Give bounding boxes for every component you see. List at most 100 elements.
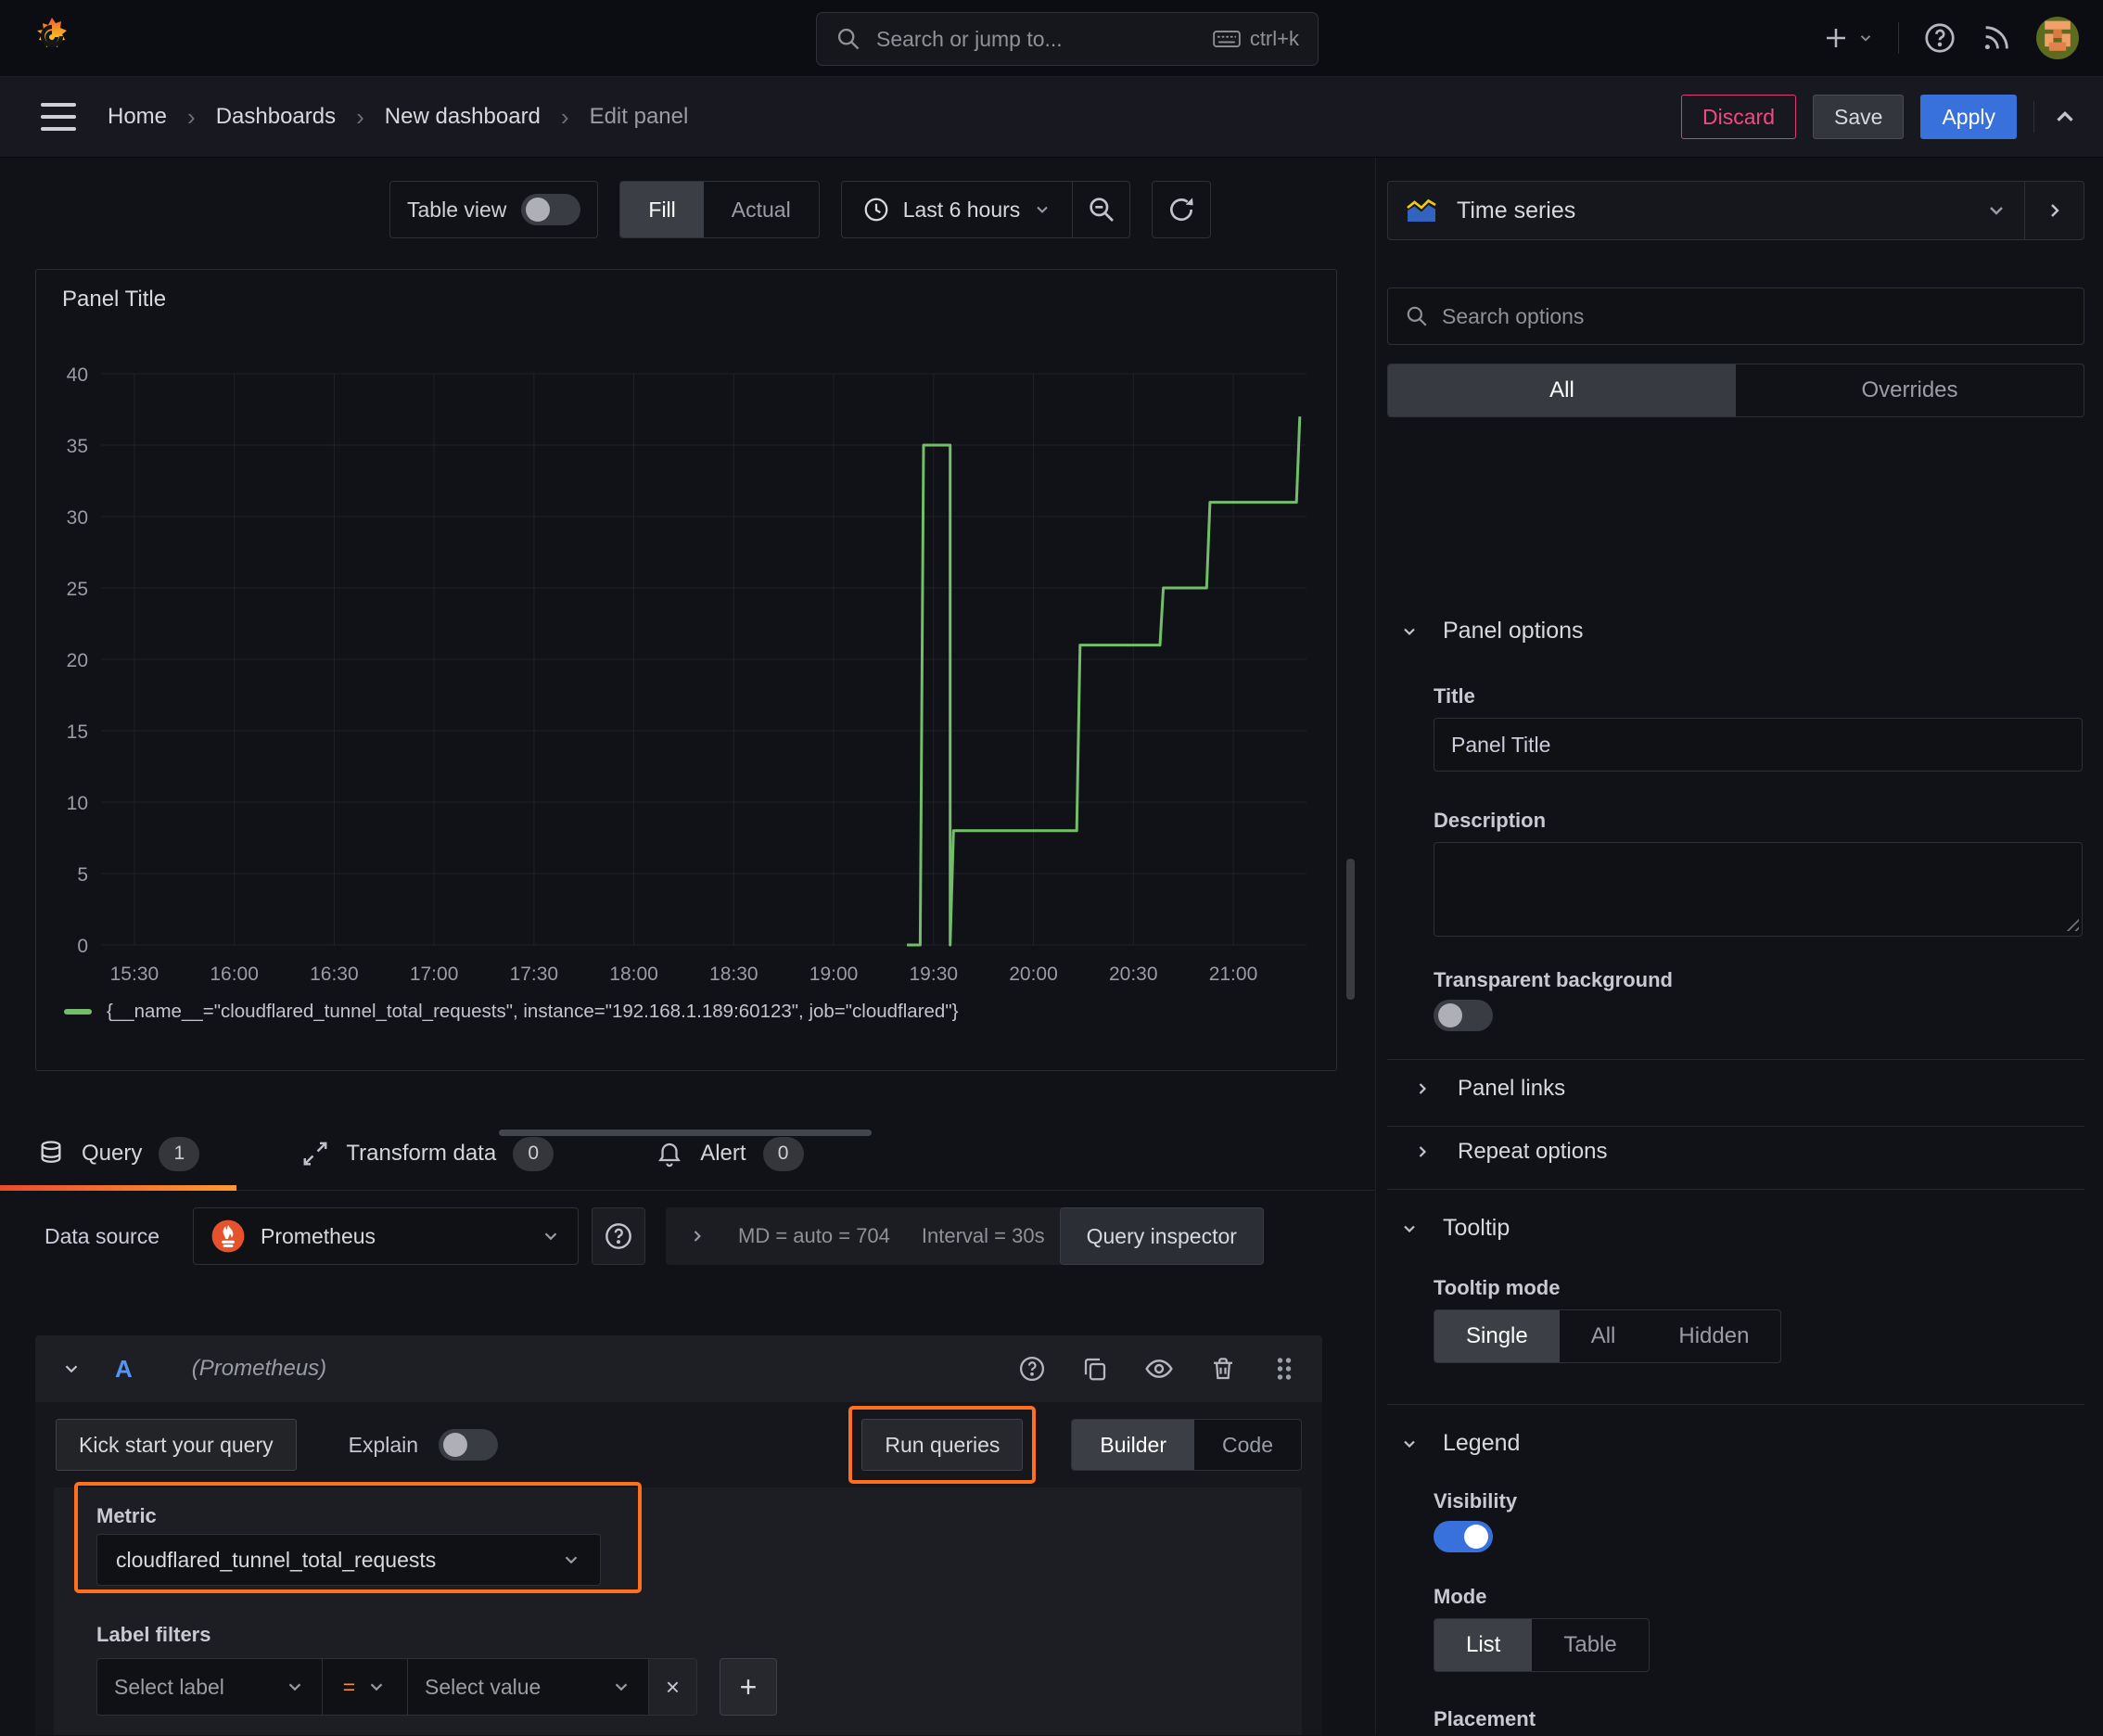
chart-legend[interactable]: {__name__="cloudflared_tunnel_total_requ… [64, 1001, 958, 1023]
tab-transform[interactable]: Transform data 0 [264, 1117, 591, 1190]
chevron-down-icon [1400, 1219, 1419, 1238]
breadcrumb-home[interactable]: Home [108, 104, 167, 130]
user-avatar[interactable] [2036, 17, 2079, 59]
transparent-bg-toggle[interactable] [1434, 1000, 1493, 1031]
duplicate-query-icon[interactable] [1081, 1355, 1109, 1383]
bell-icon [656, 1140, 683, 1168]
interval-stat: Interval = 30s [921, 1224, 1045, 1247]
explain-toggle[interactable] [439, 1429, 499, 1461]
tooltip-mode-switch: Single All Hidden [1434, 1309, 1782, 1363]
panel-title-input[interactable] [1434, 718, 2083, 772]
remove-filter-button[interactable]: × [649, 1658, 697, 1716]
series-name[interactable]: {__name__="cloudflared_tunnel_total_requ… [107, 1001, 958, 1023]
collapse-query-icon[interactable] [61, 1359, 82, 1379]
svg-text:15:30: 15:30 [110, 964, 159, 985]
add-menu-button[interactable] [1822, 24, 1874, 52]
svg-text:40: 40 [67, 364, 88, 386]
database-icon [37, 1140, 65, 1168]
fill-actual-switch: Fill Actual [619, 181, 820, 238]
builder-option[interactable]: Builder [1072, 1420, 1195, 1470]
tab-query[interactable]: Query 1 [0, 1117, 237, 1191]
legend-section[interactable]: Legend [1400, 1430, 1520, 1457]
code-option[interactable]: Code [1194, 1420, 1301, 1470]
tooltip-all-option[interactable]: All [1560, 1310, 1648, 1362]
tooltip-mode-label: Tooltip mode [1434, 1276, 1561, 1299]
save-button[interactable]: Save [1813, 95, 1905, 139]
panel-options-heading: Panel options [1443, 618, 1584, 644]
tooltip-single-option[interactable]: Single [1434, 1310, 1560, 1362]
svg-text:18:00: 18:00 [609, 964, 658, 985]
query-builder: Metric cloudflared_tunnel_total_requests… [54, 1482, 1302, 1735]
fill-option[interactable]: Fill [620, 182, 704, 237]
legend-list-option[interactable]: List [1434, 1619, 1533, 1671]
zoom-out-button[interactable] [1072, 182, 1129, 237]
tab-all-options[interactable]: All [1388, 364, 1736, 416]
timeseries-panel[interactable]: 0 5 10 15 20 25 30 35 40 15:30 16:00 16:30 17:00 17:3… [35, 269, 1337, 1071]
query-help-icon[interactable] [1018, 1355, 1046, 1383]
legend-table-option[interactable]: Table [1532, 1619, 1648, 1671]
svg-text:35: 35 [67, 436, 88, 457]
tab-query-label: Query [82, 1141, 143, 1166]
run-queries-button[interactable]: Run queries [861, 1419, 1024, 1471]
tab-alert[interactable]: Alert 0 [618, 1117, 840, 1190]
svg-text:25: 25 [67, 579, 88, 600]
help-icon[interactable] [1923, 21, 1956, 55]
breadcrumb-dashboards[interactable]: Dashboards [216, 104, 336, 130]
discard-button[interactable]: Discard [1681, 95, 1797, 139]
panel-links-section[interactable]: Panel links [1413, 1076, 1565, 1102]
add-filter-button[interactable]: + [720, 1658, 777, 1716]
viz-select[interactable]: Time series [1388, 182, 2024, 239]
query-row-header[interactable]: A (Prometheus) [35, 1335, 1322, 1402]
legend-visibility-toggle[interactable] [1434, 1521, 1493, 1552]
menu-toggle-button[interactable] [41, 103, 76, 131]
actual-option[interactable]: Actual [704, 182, 819, 237]
repeat-options-section[interactable]: Repeat options [1413, 1139, 1607, 1165]
query-inspector-button[interactable]: Query inspector [1059, 1207, 1264, 1265]
options-search[interactable] [1387, 287, 2084, 345]
chevron-down-icon [1400, 622, 1419, 641]
query-ref-id[interactable]: A [115, 1355, 133, 1384]
legend-heading: Legend [1443, 1430, 1521, 1456]
options-search-input[interactable] [1442, 303, 2067, 329]
chevron-down-icon [1037, 206, 1049, 213]
select-label-dropdown[interactable]: Select label [96, 1658, 323, 1716]
grafana-app: ctrl+k [0, 0, 2103, 1736]
kickstart-button[interactable]: Kick start your query [56, 1419, 297, 1471]
tab-overrides[interactable]: Overrides [1736, 364, 2084, 416]
grafana-logo-icon[interactable] [30, 16, 74, 60]
delete-query-icon[interactable] [1209, 1355, 1237, 1383]
breadcrumb-new-dashboard[interactable]: New dashboard [385, 104, 541, 130]
apply-button[interactable]: Apply [1920, 95, 2017, 139]
explain-label: Explain [348, 1432, 419, 1457]
alert-count-badge: 0 [762, 1136, 804, 1171]
table-view-toggle[interactable] [521, 194, 581, 225]
operator-dropdown[interactable]: = [323, 1658, 408, 1716]
svg-text:17:30: 17:30 [510, 964, 559, 985]
drag-grip-icon[interactable] [1272, 1355, 1296, 1383]
time-range-picker[interactable]: Last 6 hours [842, 182, 1073, 237]
divider [1387, 1189, 2084, 1190]
search-icon [1405, 304, 1429, 328]
series-color-swatch[interactable] [64, 1009, 92, 1015]
metric-select[interactable]: cloudflared_tunnel_total_requests [96, 1534, 601, 1586]
hide-query-icon[interactable] [1144, 1354, 1174, 1384]
search-input[interactable] [876, 26, 1213, 52]
scrollbar-thumb[interactable] [1346, 859, 1355, 1000]
refresh-button[interactable] [1152, 181, 1212, 238]
prometheus-icon [210, 1219, 246, 1254]
global-search[interactable]: ctrl+k [816, 12, 1319, 66]
datasource-picker[interactable]: Prometheus [193, 1207, 580, 1265]
datasource-help-button[interactable] [592, 1207, 646, 1265]
news-rss-icon[interactable] [1981, 22, 2012, 54]
tooltip-hidden-option[interactable]: Hidden [1647, 1310, 1780, 1362]
options-filter-tabs: All Overrides [1387, 364, 2084, 417]
query-options-summary[interactable]: MD = auto = 704 Interval = 30s [666, 1207, 1067, 1265]
collapse-options-button[interactable] [2024, 182, 2084, 239]
builder-code-switch: Builder Code [1071, 1419, 1302, 1471]
collapse-up-icon[interactable] [2051, 103, 2079, 131]
panel-options-section[interactable]: Panel options [1400, 618, 1584, 645]
tooltip-section[interactable]: Tooltip [1400, 1215, 1510, 1242]
panel-description-textarea[interactable] [1434, 842, 2083, 937]
select-value-dropdown[interactable]: Select value [408, 1658, 649, 1716]
search-icon [835, 26, 861, 52]
